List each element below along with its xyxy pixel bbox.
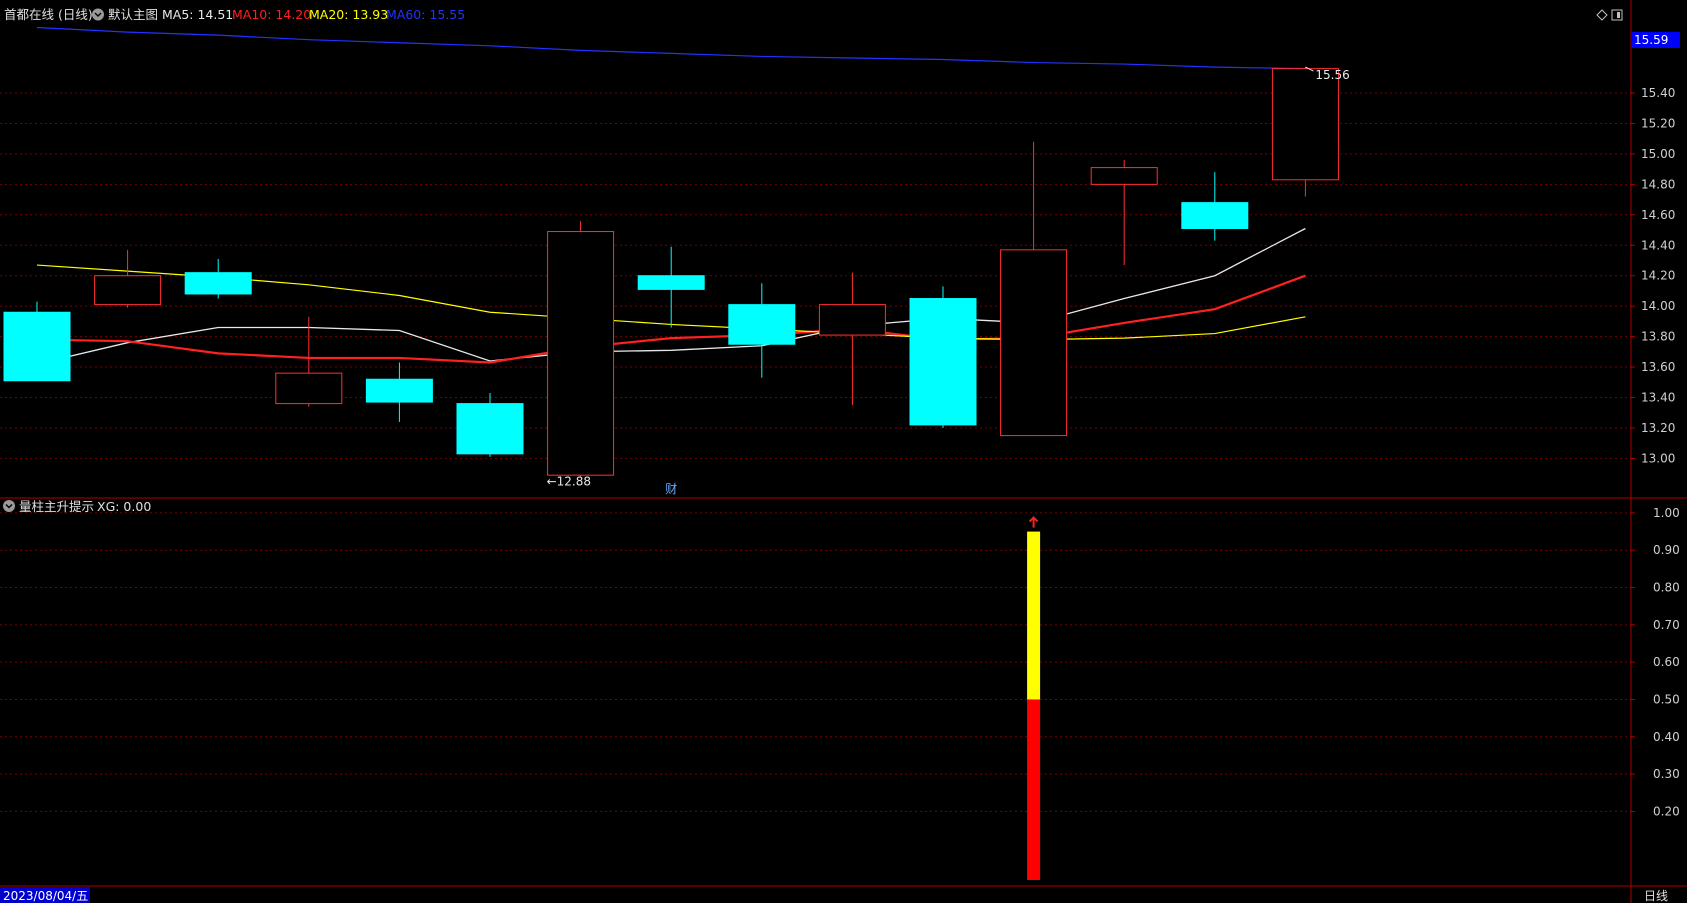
indicator-tick-label: 1.00 bbox=[1653, 506, 1680, 520]
signal-bar-segment bbox=[1027, 531, 1041, 700]
diamond-icon[interactable] bbox=[1596, 9, 1608, 21]
indicator-tick-label: 0.30 bbox=[1653, 767, 1680, 781]
price-tick-label: 15.40 bbox=[1641, 86, 1675, 100]
candle-body-down bbox=[365, 378, 433, 403]
candlestick[interactable] bbox=[1000, 141, 1068, 437]
price-tick-label: 13.20 bbox=[1641, 421, 1675, 435]
candlestick[interactable] bbox=[637, 246, 705, 328]
candle-body-up bbox=[818, 304, 886, 336]
price-tick-label: 14.40 bbox=[1641, 238, 1675, 252]
price-tick-label: 13.40 bbox=[1641, 391, 1675, 405]
price-tick-label: 13.80 bbox=[1641, 330, 1675, 344]
current-price-value: 15.59 bbox=[1634, 33, 1668, 47]
indicator-tick-label: 0.40 bbox=[1653, 730, 1680, 744]
indicator-label[interactable]: 量柱主升提示 bbox=[19, 499, 94, 514]
signal-arrow-icon bbox=[1028, 516, 1039, 528]
candle-body-down bbox=[456, 403, 524, 455]
price-annotation: ←12.88 bbox=[547, 475, 591, 489]
price-tick-label: 13.60 bbox=[1641, 360, 1675, 374]
candlestick[interactable] bbox=[94, 249, 162, 308]
candlestick[interactable] bbox=[275, 316, 343, 407]
candle-body-up bbox=[94, 275, 162, 306]
price-tick-label: 15.20 bbox=[1641, 116, 1675, 130]
candle-body-down bbox=[3, 311, 71, 382]
xg-label: XG: 0.00 bbox=[97, 499, 151, 514]
main-header: 首都在线 (日线) 默认主图 MA5: 14.51 MA10: 14.20 MA… bbox=[4, 7, 465, 22]
price-axis-ticks: 13.00 13.20 13.40 13.60 13.80 14.00 14.20 14.40… bbox=[1631, 86, 1675, 465]
chevron-down-icon[interactable] bbox=[92, 8, 104, 21]
main-chart-label[interactable]: 默认主图 bbox=[108, 7, 158, 22]
candlestick[interactable] bbox=[3, 301, 71, 382]
candle-body-up bbox=[1090, 167, 1158, 185]
candlestick[interactable] bbox=[909, 286, 977, 428]
date-label: 2023/08/04/五 bbox=[3, 889, 88, 903]
price-tick-label: 14.60 bbox=[1641, 208, 1675, 222]
candlestick[interactable] bbox=[365, 362, 433, 422]
ma5-label: MA5: 14.51 bbox=[162, 7, 233, 22]
indicator-header: 量柱主升提示 XG: 0.00 bbox=[3, 499, 151, 514]
price-tick-label: 13.00 bbox=[1641, 451, 1675, 465]
candle-body-down bbox=[637, 275, 705, 290]
candlestick[interactable] bbox=[184, 258, 252, 299]
candlestick[interactable] bbox=[456, 392, 524, 457]
candlestick[interactable] bbox=[1181, 172, 1249, 241]
ma10-label: MA10: 14.20 bbox=[232, 7, 311, 22]
candle-body-up bbox=[547, 231, 615, 476]
candlestick[interactable] bbox=[1090, 159, 1158, 266]
price-annotation: 15.56 bbox=[1315, 68, 1349, 82]
indicator-tick-label: 0.20 bbox=[1653, 804, 1680, 818]
price-tick-label: 15.00 bbox=[1641, 147, 1675, 161]
candle-body-down bbox=[1181, 202, 1249, 230]
finance-marker: 财 bbox=[665, 482, 677, 496]
candle-body-down bbox=[728, 304, 796, 345]
candle-body-down bbox=[909, 298, 977, 426]
stock-title[interactable]: 首都在线 (日线) bbox=[4, 7, 93, 22]
indicator-tick-label: 0.80 bbox=[1653, 581, 1680, 595]
price-tick-label: 14.80 bbox=[1641, 177, 1675, 191]
ma60-line bbox=[36, 26, 1306, 70]
candle-body-up bbox=[1000, 249, 1068, 437]
indicator-tick-label: 0.50 bbox=[1653, 692, 1680, 706]
candlestick[interactable] bbox=[728, 283, 796, 378]
price-tick-label: 14.20 bbox=[1641, 269, 1675, 283]
candlestick[interactable] bbox=[818, 272, 886, 406]
window-controls bbox=[1596, 9, 1623, 21]
indicator-tick-label: 0.60 bbox=[1653, 655, 1680, 669]
candlestick[interactable] bbox=[547, 220, 615, 477]
candlestick[interactable] bbox=[1271, 67, 1339, 197]
indicator-axis-ticks: 0.20 0.30 0.40 0.50 0.60 0.70 0.80 0.90 1.00 bbox=[1631, 506, 1680, 818]
chevron-down-icon[interactable] bbox=[3, 500, 15, 512]
candlesticks bbox=[3, 67, 1339, 477]
candle-body-up bbox=[275, 372, 343, 405]
ma20-label: MA20: 13.93 bbox=[309, 7, 388, 22]
stock-chart: 13.00 13.20 13.40 13.60 13.80 14.00 14.20 14.40… bbox=[0, 0, 1687, 903]
indicator-grid bbox=[0, 512, 1631, 812]
indicator-bars bbox=[1027, 516, 1041, 880]
price-tick-label: 14.00 bbox=[1641, 299, 1675, 313]
period-label[interactable]: 日线 bbox=[1644, 889, 1668, 903]
indicator-tick-label: 0.70 bbox=[1653, 618, 1680, 632]
indicator-tick-label: 0.90 bbox=[1653, 543, 1680, 557]
signal-bar-segment bbox=[1027, 699, 1041, 880]
candle-body-down bbox=[184, 272, 252, 295]
ma60-label: MA60: 15.55 bbox=[386, 7, 465, 22]
candle-body-up bbox=[1271, 68, 1339, 181]
